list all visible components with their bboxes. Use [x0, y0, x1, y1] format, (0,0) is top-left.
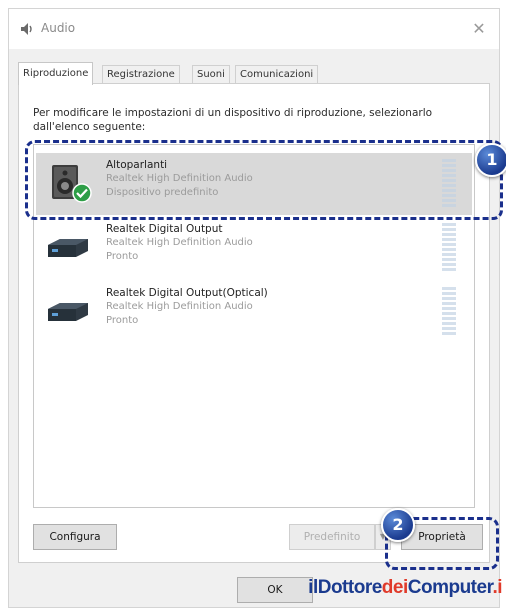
device-name: Realtek Digital Output: [106, 223, 223, 235]
digital-output-icon: [46, 289, 90, 333]
callout-1-badge: 1: [475, 143, 506, 177]
close-button[interactable]: ✕: [465, 15, 493, 43]
device-status: Pronto: [106, 251, 139, 262]
device-item-digital-output-optical[interactable]: Realtek Digital Output(Optical) Realtek …: [36, 281, 472, 343]
watermark-part: il: [308, 577, 318, 598]
speaker-icon: [19, 21, 35, 37]
device-status: Pronto: [106, 315, 139, 326]
device-item-altoparlanti[interactable]: Altoparlanti Realtek High Definition Aud…: [36, 153, 472, 215]
tab-registrazione[interactable]: Registrazione: [102, 65, 180, 84]
device-item-digital-output[interactable]: Realtek Digital Output Realtek High Defi…: [36, 217, 472, 279]
tab-comunicazioni[interactable]: Comunicazioni: [235, 65, 319, 84]
configure-button[interactable]: Configura: [33, 524, 117, 550]
device-status: Dispositivo predefinito: [106, 187, 219, 198]
set-default-button[interactable]: Predefinito: [289, 524, 375, 550]
level-meter-icon: [442, 223, 456, 273]
close-icon: ✕: [472, 19, 486, 38]
tab-suoni[interactable]: Suoni: [192, 65, 230, 84]
tab-riproduzione[interactable]: Riproduzione: [18, 62, 94, 85]
device-list[interactable]: Altoparlanti Realtek High Definition Aud…: [33, 144, 475, 508]
level-meter-icon: [442, 287, 456, 337]
watermark-part: .i: [492, 577, 502, 598]
watermark-part: Computer: [407, 577, 493, 598]
device-driver: Realtek High Definition Audio: [106, 237, 253, 248]
instruction-text: Per modificare le impostazioni di un dis…: [33, 107, 433, 133]
watermark-part: Dottore: [317, 577, 383, 598]
device-name: Realtek Digital Output(Optical): [106, 287, 268, 299]
device-name: Altoparlanti: [106, 159, 168, 171]
site-watermark: ilDottoredeiComputer.i: [308, 577, 502, 599]
level-meter-icon: [442, 159, 456, 209]
tab-panel: Per modificare le impostazioni di un dis…: [18, 83, 490, 563]
window-title: Audio: [41, 21, 76, 35]
default-check-icon: [72, 183, 92, 203]
device-driver: Realtek High Definition Audio: [106, 301, 253, 312]
device-driver: Realtek High Definition Audio: [106, 173, 253, 184]
title-bar: Audio ✕: [9, 9, 499, 49]
ok-button[interactable]: OK: [237, 577, 313, 603]
digital-output-icon: [46, 225, 90, 269]
watermark-part: dei: [381, 577, 408, 598]
audio-dialog: Audio ✕ Riproduzione Registrazione Suoni…: [8, 8, 500, 608]
callout-2-badge: 2: [381, 508, 415, 542]
